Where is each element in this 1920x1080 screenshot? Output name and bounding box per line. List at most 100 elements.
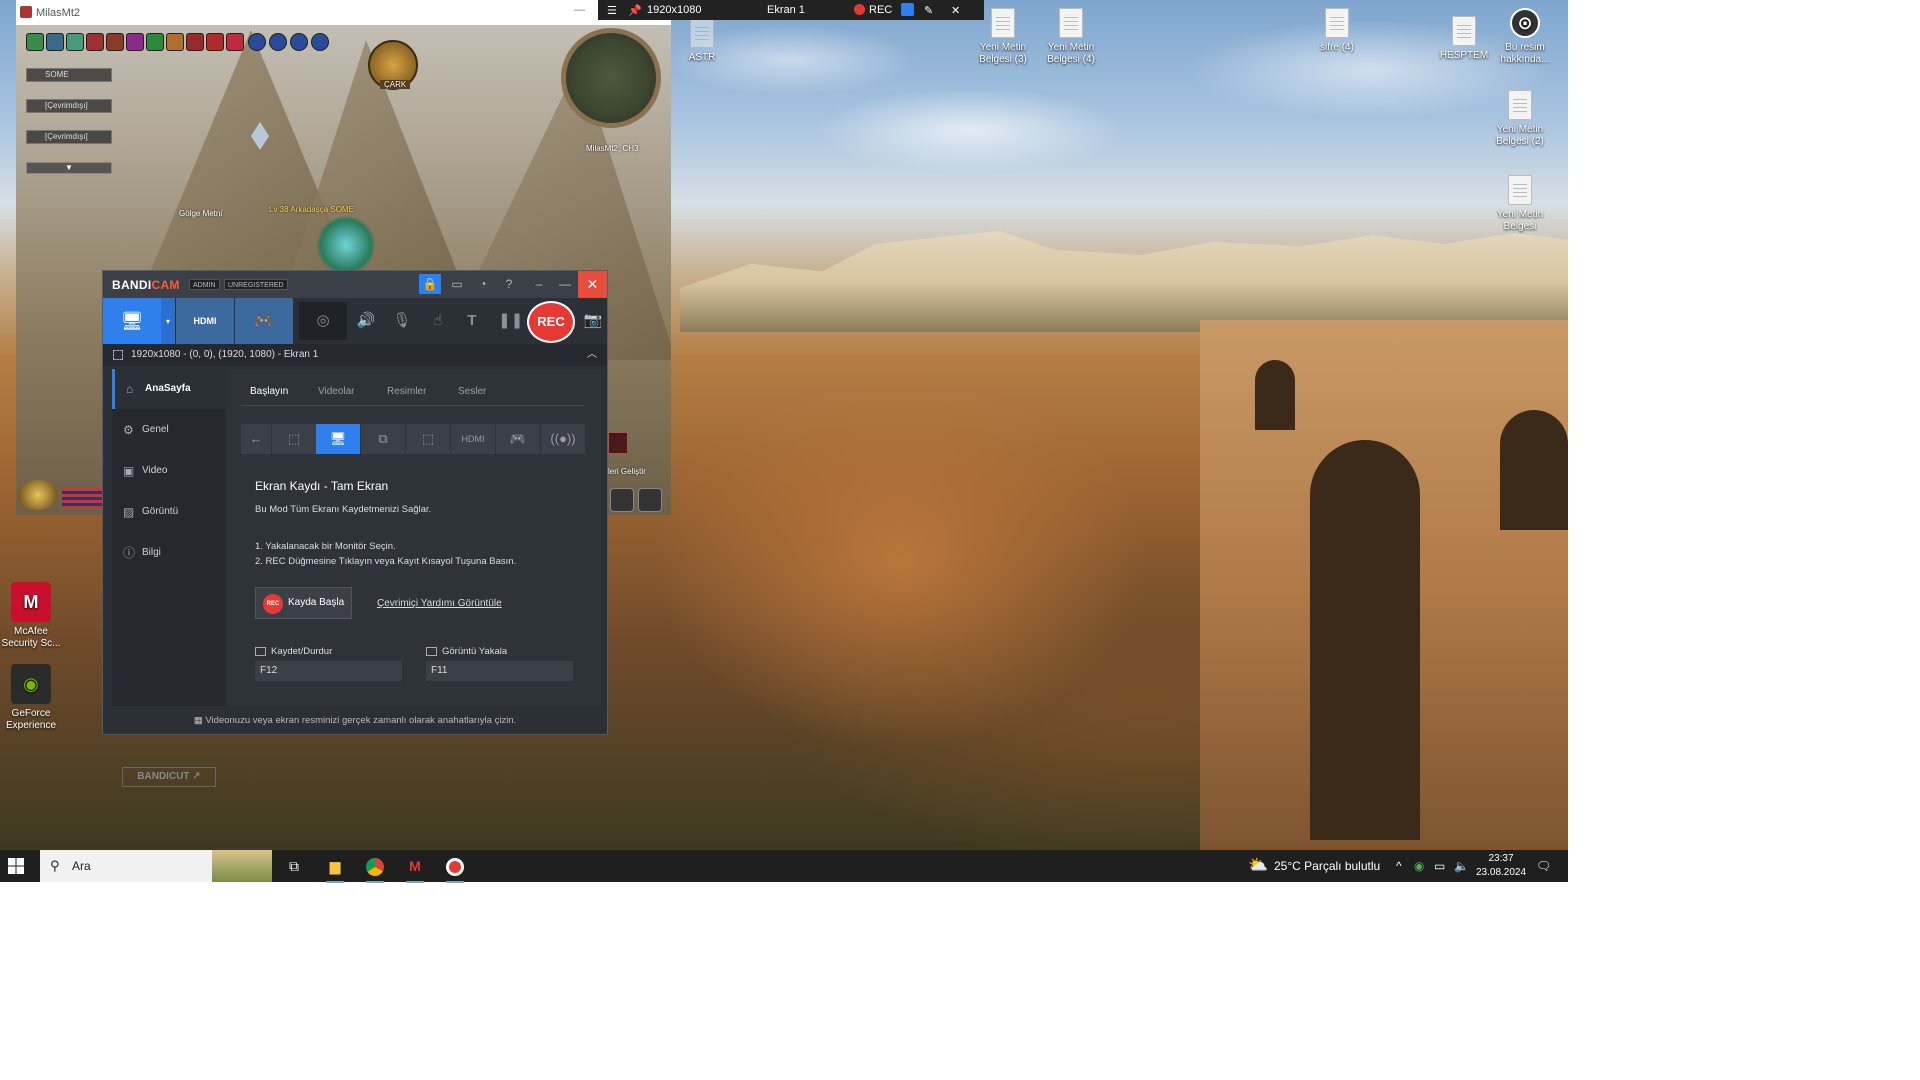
skill-icon[interactable] bbox=[290, 33, 308, 51]
desktop-icon-sifre[interactable]: sifre (4) bbox=[1301, 8, 1373, 54]
mode-audio-only-icon[interactable]: ((●)) bbox=[541, 424, 585, 454]
skill-icon[interactable] bbox=[106, 33, 124, 51]
tab-sounds[interactable]: Sesler bbox=[458, 386, 486, 397]
desktop-icon-doc2[interactable]: Yeni Metin Belgesi (2) bbox=[1484, 90, 1556, 148]
mode-game-icon[interactable]: 🎮 bbox=[496, 424, 540, 454]
close-icon[interactable]: ✕ bbox=[578, 271, 607, 298]
desktop-icon-bu-resim[interactable]: ⊙ Bu resim hakkında... bbox=[1489, 8, 1561, 66]
file-explorer-icon[interactable]: ▆ bbox=[320, 854, 350, 883]
skill-icon[interactable] bbox=[186, 33, 204, 51]
screenshot-camera-icon[interactable]: 📷 bbox=[582, 310, 604, 332]
weather-text[interactable]: 25°C Parçalı bulutlu bbox=[1274, 850, 1380, 882]
sidebar-item-general[interactable]: ⚙ Genel bbox=[112, 410, 225, 450]
mic-off-icon[interactable]: 🎙 bbox=[391, 310, 413, 332]
mode-rectangle-icon[interactable]: ⬚ bbox=[272, 424, 316, 454]
task-view-icon[interactable]: ⧉ bbox=[279, 854, 309, 880]
rec-label[interactable]: REC bbox=[869, 4, 892, 16]
tip-footer[interactable]: ▦ Videonuzu veya ekran resminizi gerçek … bbox=[103, 708, 607, 734]
online-help-link[interactable]: Çevrimiçi Yardımı Görüntüle bbox=[377, 598, 502, 609]
game-mode-button[interactable]: 🎮 bbox=[235, 298, 293, 344]
hotkey-capture-field[interactable]: F11 bbox=[426, 661, 573, 681]
back-arrow-icon[interactable]: ← bbox=[241, 424, 271, 454]
skill-icon[interactable] bbox=[226, 33, 244, 51]
bandicam-taskbar-icon[interactable] bbox=[440, 854, 470, 883]
side-menu-icon[interactable] bbox=[608, 432, 628, 454]
capture-target-bar[interactable]: 1920x1080 - (0, 0), (1920, 1080) - Ekran… bbox=[103, 344, 607, 366]
mode-dropdown-button[interactable]: ▾ bbox=[161, 298, 175, 344]
start-recording-button[interactable]: REC Kayda Başla bbox=[255, 587, 352, 619]
close-icon[interactable]: ✕ bbox=[951, 4, 960, 17]
tab-videos[interactable]: Videolar bbox=[318, 386, 355, 397]
rec-button[interactable]: REC bbox=[527, 301, 575, 343]
folder-icon[interactable]: ▭ bbox=[446, 274, 468, 294]
skill-icon[interactable] bbox=[248, 33, 266, 51]
screen-mode-button[interactable]: 🖥 bbox=[103, 298, 161, 344]
mode-device-icon[interactable]: HDMI bbox=[451, 424, 495, 454]
clock-icon[interactable]: ◔ bbox=[472, 274, 494, 294]
skill-icon[interactable] bbox=[206, 33, 224, 51]
bandicam-titlebar[interactable]: BANDICAM ADMIN UNREGISTERED 🔒 ▭ ◔ ? – — … bbox=[103, 271, 607, 298]
unregistered-tag[interactable]: UNREGISTERED bbox=[224, 279, 288, 290]
pencil-icon[interactable]: ✎ bbox=[924, 4, 933, 17]
chevron-up-icon[interactable]: ︿ bbox=[587, 344, 597, 366]
recording-indicator-icon[interactable]: ◉ bbox=[1414, 850, 1424, 882]
weather-icon[interactable]: ⛅ bbox=[1248, 850, 1268, 882]
skill-slot-icon[interactable] bbox=[638, 488, 662, 512]
desktop-icon-mcafee[interactable]: M McAfee Security Sc... bbox=[0, 582, 67, 650]
volume-icon[interactable]: 🔈 bbox=[1454, 850, 1469, 882]
skill-icon[interactable] bbox=[46, 33, 64, 51]
skill-icon[interactable] bbox=[66, 33, 84, 51]
tab-images[interactable]: Resimler bbox=[387, 386, 426, 397]
sidebar-item-image[interactable]: ▨ Görüntü bbox=[112, 492, 225, 532]
desktop-icon-doc1[interactable]: Yeni Metin Belgesi bbox=[1484, 175, 1556, 233]
skill-icon[interactable] bbox=[146, 33, 164, 51]
chrome-icon[interactable] bbox=[360, 854, 390, 883]
skill-icon[interactable] bbox=[166, 33, 184, 51]
chevron-up-icon[interactable]: ^ bbox=[1396, 850, 1402, 882]
search-box[interactable]: ⚲ Ara bbox=[40, 850, 272, 882]
clock[interactable]: 23:37 23.08.2024 bbox=[1476, 852, 1526, 880]
lock-icon[interactable]: 🔒 bbox=[419, 274, 441, 294]
minimize-icon[interactable]: — bbox=[554, 274, 576, 294]
notification-icon[interactable]: 🗨 bbox=[1536, 850, 1551, 882]
hdmi-mode-button[interactable]: HDMI bbox=[176, 298, 234, 344]
mode-select-area-icon[interactable]: ⬚ bbox=[406, 424, 450, 454]
pin-icon[interactable]: 📌 bbox=[628, 4, 642, 17]
help-icon[interactable]: ? bbox=[498, 274, 520, 294]
skill-icon[interactable] bbox=[86, 33, 104, 51]
pause-icon[interactable]: ❚❚ bbox=[498, 310, 523, 332]
recording-target-bar[interactable]: ☰ 📌 1920x1080 Ekran 1 REC ✎ ✕ bbox=[598, 0, 984, 20]
game-titlebar[interactable]: MilasMt2 — bbox=[16, 0, 671, 25]
mode-fullscreen-icon[interactable]: 🖥 bbox=[316, 424, 360, 454]
skill-icon[interactable] bbox=[26, 33, 44, 51]
desktop-icon-geforce[interactable]: ◉ GeForce Experience bbox=[0, 664, 67, 732]
tab-start[interactable]: Başlayın bbox=[250, 386, 288, 397]
sidebar-item-home[interactable]: ⌂ AnaSayfa bbox=[112, 369, 225, 409]
sidebar-item-info[interactable]: ⓘ Bilgi bbox=[112, 533, 225, 573]
menu-icon[interactable]: ☰ bbox=[607, 4, 617, 17]
party-member[interactable]: [Çevrimdışı] bbox=[26, 130, 112, 144]
bandicut-button[interactable]: BANDICUT ↗ bbox=[122, 767, 216, 787]
skill-icon[interactable] bbox=[126, 33, 144, 51]
party-member[interactable]: [Çevrimdışı] bbox=[26, 99, 112, 113]
player-character[interactable] bbox=[316, 215, 376, 275]
party-collapse-button[interactable]: ▼ bbox=[26, 162, 112, 174]
minimap[interactable] bbox=[561, 28, 661, 128]
network-icon[interactable]: ▭ bbox=[1434, 850, 1445, 882]
skill-icon[interactable] bbox=[269, 33, 287, 51]
desktop-icon-doc4[interactable]: Yeni Metin Belgesi (4) bbox=[1035, 8, 1107, 66]
hotkey-record-field[interactable]: F12 bbox=[255, 661, 402, 681]
cursor-effect-icon[interactable]: ☝ bbox=[427, 310, 449, 332]
metin2-game-icon[interactable]: M bbox=[400, 854, 430, 883]
bandicam-window[interactable]: BANDICAM ADMIN UNREGISTERED 🔒 ▭ ◔ ? – — … bbox=[102, 270, 608, 787]
skill-icon[interactable] bbox=[311, 33, 329, 51]
sidebar-item-video[interactable]: ▣ Video bbox=[112, 451, 225, 491]
mode-around-mouse-icon[interactable]: ⧉ bbox=[361, 424, 405, 454]
party-member[interactable]: SOME bbox=[26, 68, 112, 82]
camera-icon[interactable] bbox=[901, 3, 914, 16]
collapse-icon[interactable]: – bbox=[528, 274, 550, 294]
text-overlay-icon[interactable]: T bbox=[461, 310, 483, 332]
start-button[interactable] bbox=[8, 858, 24, 874]
desktop-icon-astr[interactable]: ASTR bbox=[666, 18, 738, 64]
speaker-icon[interactable]: 🔊 bbox=[355, 310, 377, 332]
